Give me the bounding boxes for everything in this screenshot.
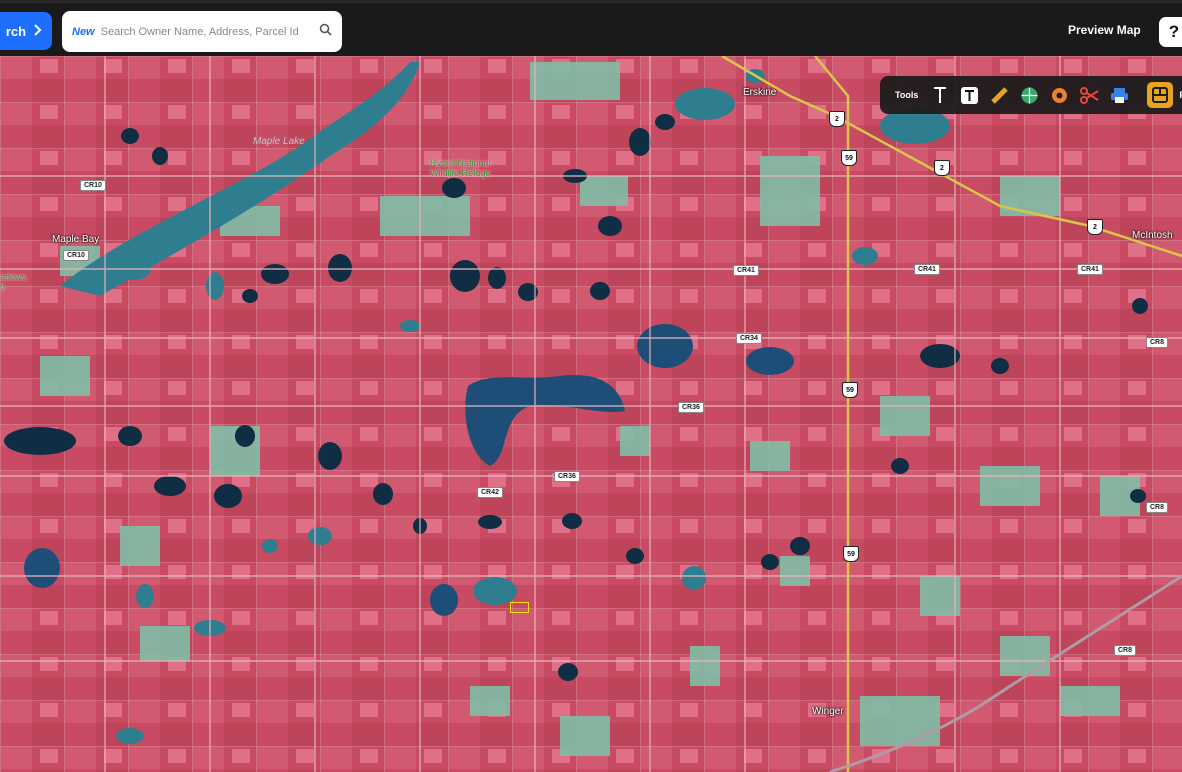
new-badge: New <box>72 25 95 38</box>
text-icon[interactable] <box>929 85 950 106</box>
map-canvas <box>0 56 1182 772</box>
road-label-cr34: CR34 <box>736 333 762 344</box>
highway-shield-2: 2 <box>1087 219 1103 235</box>
highway-shield-59: 59 <box>841 150 857 166</box>
road-label-cr41: CR41 <box>914 264 940 275</box>
refuge-label-partial: adows b <box>0 272 27 292</box>
road-label-cr41: CR41 <box>1077 264 1103 275</box>
place-label-maple-bay: Maple Bay <box>52 234 100 245</box>
road-label-cr10: CR10 <box>63 250 89 261</box>
place-label-winger: Winger <box>812 706 844 717</box>
help-button[interactable]: ? <box>1159 17 1182 47</box>
top-bar: rch New Preview Map ? <box>0 0 1182 56</box>
road-label-cr42: CR42 <box>477 487 503 498</box>
road-label-cr36: CR36 <box>554 471 580 482</box>
road-label-cr8: CR8 <box>1114 645 1137 656</box>
road-label-cr41: CR41 <box>733 265 759 276</box>
tools-toolbar: Tools Pi <box>880 76 1182 114</box>
tools-title: Tools <box>895 90 919 100</box>
search-box: New <box>62 11 342 52</box>
ruler-icon[interactable] <box>989 85 1010 106</box>
highway-shield-2: 2 <box>934 160 950 176</box>
buffer-icon[interactable] <box>1049 85 1070 106</box>
road-label-cr10: CR10 <box>80 180 106 191</box>
map-view[interactable]: Erskine McIntosh Maple Bay Winger Maple … <box>0 56 1182 772</box>
road-label-cr36: CR36 <box>678 402 704 413</box>
globe-icon[interactable] <box>1019 85 1040 106</box>
road-label-cr8: CR8 <box>1146 502 1169 513</box>
place-label-erskine: Erskine <box>743 87 777 98</box>
highway-shield-59: 59 <box>842 382 858 398</box>
print-icon[interactable] <box>1109 85 1130 106</box>
search-icon[interactable] <box>319 23 332 41</box>
selected-parcel[interactable] <box>510 602 529 613</box>
lake-label-maple-lake: Maple Lake <box>253 136 305 147</box>
chevron-right-icon <box>34 23 42 39</box>
layout-icon[interactable] <box>1147 82 1174 108</box>
search-input[interactable] <box>98 24 319 39</box>
scissors-icon[interactable] <box>1079 85 1100 106</box>
place-label-mcintosh: McIntosh <box>1132 230 1173 241</box>
highway-shield-59: 59 <box>843 546 859 562</box>
refuge-label: Rydell National Wildlife Refuge <box>430 158 491 178</box>
road-label-cr8: CR8 <box>1146 337 1169 348</box>
highway-shield-2: 2 <box>829 111 845 127</box>
preview-map-button[interactable]: Preview Map <box>1068 23 1141 37</box>
search-button-label: rch <box>5 23 27 39</box>
text-box-icon[interactable] <box>959 85 980 106</box>
search-button[interactable]: rch <box>0 12 52 50</box>
